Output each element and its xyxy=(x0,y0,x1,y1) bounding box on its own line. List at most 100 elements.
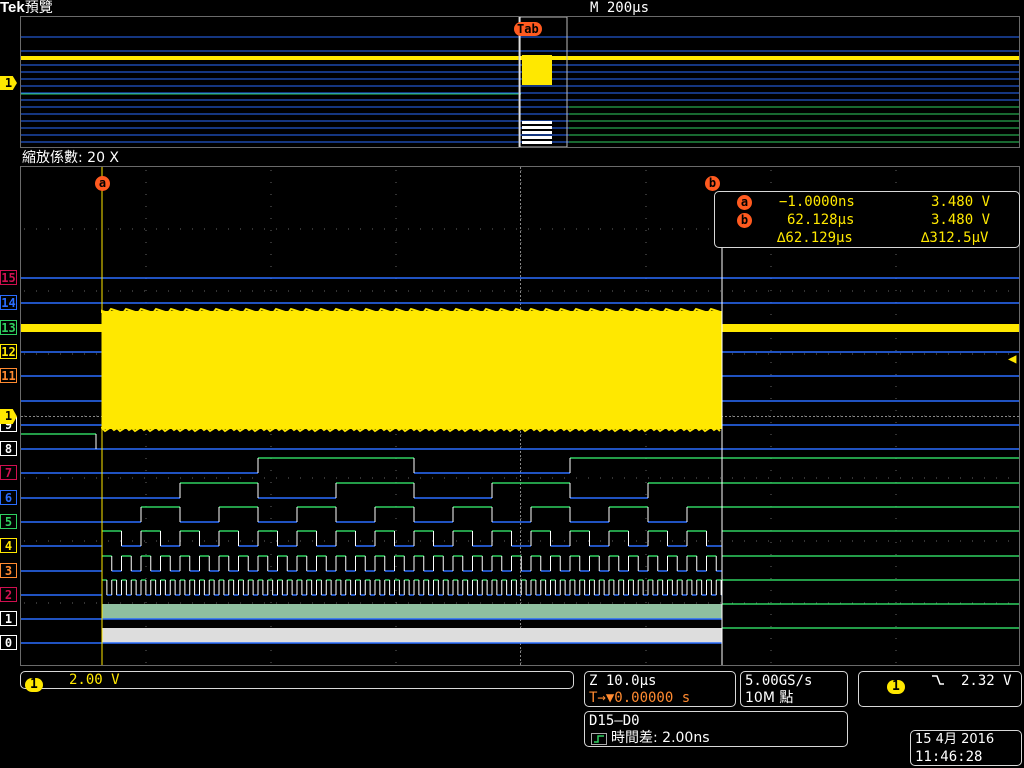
grid-dot xyxy=(636,290,637,292)
horizontal-panel[interactable]: Z 10.0µs T→▼0.00000 s xyxy=(584,671,736,707)
grid-dot xyxy=(240,540,241,542)
channel-label-d0[interactable]: 0 xyxy=(0,635,17,650)
digital-channels-panel[interactable]: D15–D0 時間差: 2.00ns xyxy=(584,711,848,747)
channel-label-d8[interactable]: 8 xyxy=(0,441,17,456)
center-crosshair xyxy=(913,416,915,417)
grid-dot xyxy=(156,602,157,604)
grid-dot xyxy=(444,602,445,604)
channel-label-d7[interactable]: 7 xyxy=(0,465,17,480)
cursor-b-marker[interactable]: b xyxy=(705,172,720,191)
grid-dot xyxy=(204,540,205,542)
channel-label-d4[interactable]: 4 xyxy=(0,538,17,553)
channel-label-d6[interactable]: 6 xyxy=(0,490,17,505)
center-crosshair xyxy=(520,535,521,537)
grid-dot xyxy=(252,290,253,292)
center-crosshair xyxy=(957,416,959,417)
grid-dot xyxy=(395,542,397,543)
grid-dot xyxy=(895,554,897,555)
grid-dot xyxy=(432,540,433,542)
grid-dot xyxy=(270,482,272,483)
channel-label-d3[interactable]: 3 xyxy=(0,563,17,578)
grid-dot xyxy=(132,228,133,230)
grid-dot xyxy=(36,353,37,355)
grid-dot xyxy=(660,228,661,230)
grid-dot xyxy=(145,446,147,447)
digital-ch0-dense xyxy=(102,628,722,643)
zoom-position-marker[interactable]: Tab xyxy=(514,22,542,36)
grid-dot xyxy=(72,290,73,292)
center-crosshair xyxy=(520,187,521,189)
grid-dot xyxy=(895,362,897,363)
grid-dot xyxy=(48,602,49,604)
grid-dot xyxy=(876,477,877,479)
grid-dot xyxy=(876,540,877,542)
grid-dot xyxy=(395,266,397,267)
grid-dot xyxy=(395,218,397,219)
channel-label-d14[interactable]: 14 xyxy=(0,295,17,310)
grid-dot xyxy=(645,290,647,291)
channel-label-d13[interactable]: 13 xyxy=(0,320,17,335)
grid-dot xyxy=(900,540,901,542)
cursor-a-marker[interactable]: a xyxy=(95,172,110,191)
grid-dot xyxy=(156,540,157,542)
grid-dot xyxy=(336,477,337,479)
grid-dot xyxy=(276,602,277,604)
grid-dot xyxy=(636,602,637,604)
grid-dot xyxy=(645,662,647,663)
grid-dot xyxy=(72,477,73,479)
grid-dot xyxy=(895,662,897,663)
grid-dot xyxy=(756,415,757,417)
channel-label-d2[interactable]: 2 xyxy=(0,587,17,602)
trigger-level-arrow[interactable]: ◀ xyxy=(1008,351,1016,367)
grid-dot xyxy=(48,540,49,542)
grid-dot xyxy=(168,228,169,230)
grid-dot xyxy=(96,415,97,417)
grid-dot xyxy=(312,477,313,479)
center-crosshair xyxy=(833,416,835,417)
grid-dot xyxy=(636,228,637,230)
grid-dot xyxy=(948,477,949,479)
grid-dot xyxy=(792,477,793,479)
grid-dot xyxy=(144,540,145,542)
center-crosshair xyxy=(917,416,919,417)
center-crosshair xyxy=(520,207,521,209)
grid-dot xyxy=(520,206,522,207)
grid-dot xyxy=(336,290,337,292)
grid-dot xyxy=(395,626,397,627)
grid-dot xyxy=(192,540,193,542)
center-crosshair xyxy=(845,416,847,417)
grid-dot xyxy=(540,602,541,604)
trigger-panel[interactable]: 1 2.32 V xyxy=(858,671,1022,707)
center-crosshair xyxy=(849,416,851,417)
grid-dot xyxy=(1008,290,1009,292)
channel-label-d15[interactable]: 15 xyxy=(0,270,17,285)
grid-dot xyxy=(624,290,625,292)
grid-dot xyxy=(645,590,647,591)
grid-dot xyxy=(588,540,589,542)
grid-dot xyxy=(270,242,272,243)
grid-dot xyxy=(60,415,61,417)
center-crosshair xyxy=(93,416,95,417)
grid-dot xyxy=(864,540,865,542)
grid-dot xyxy=(228,477,229,479)
acquisition-panel[interactable]: 5.00GS/s 10M 點 xyxy=(740,671,848,707)
center-crosshair xyxy=(901,416,903,417)
grid-dot xyxy=(270,182,272,183)
channel-label-d5[interactable]: 5 xyxy=(0,514,17,529)
grid-dot xyxy=(624,540,625,542)
grid-dot xyxy=(540,540,541,542)
grid-dot xyxy=(270,590,272,591)
grid-dot xyxy=(324,540,325,542)
grid-dot xyxy=(372,540,373,542)
center-crosshair xyxy=(29,416,31,417)
grid-dot xyxy=(204,228,205,230)
channel-label-d12[interactable]: 12 xyxy=(0,344,17,359)
grid-dot xyxy=(144,290,145,292)
channel-label-d1[interactable]: 1 xyxy=(0,611,17,626)
grid-dot xyxy=(276,477,277,479)
center-crosshair xyxy=(520,167,521,169)
ch1-scale-panel[interactable]: 1 2.00 V xyxy=(20,671,574,692)
channel-label-d11[interactable]: 11 xyxy=(0,368,17,383)
grid-dot xyxy=(645,530,647,531)
center-crosshair xyxy=(745,416,747,417)
